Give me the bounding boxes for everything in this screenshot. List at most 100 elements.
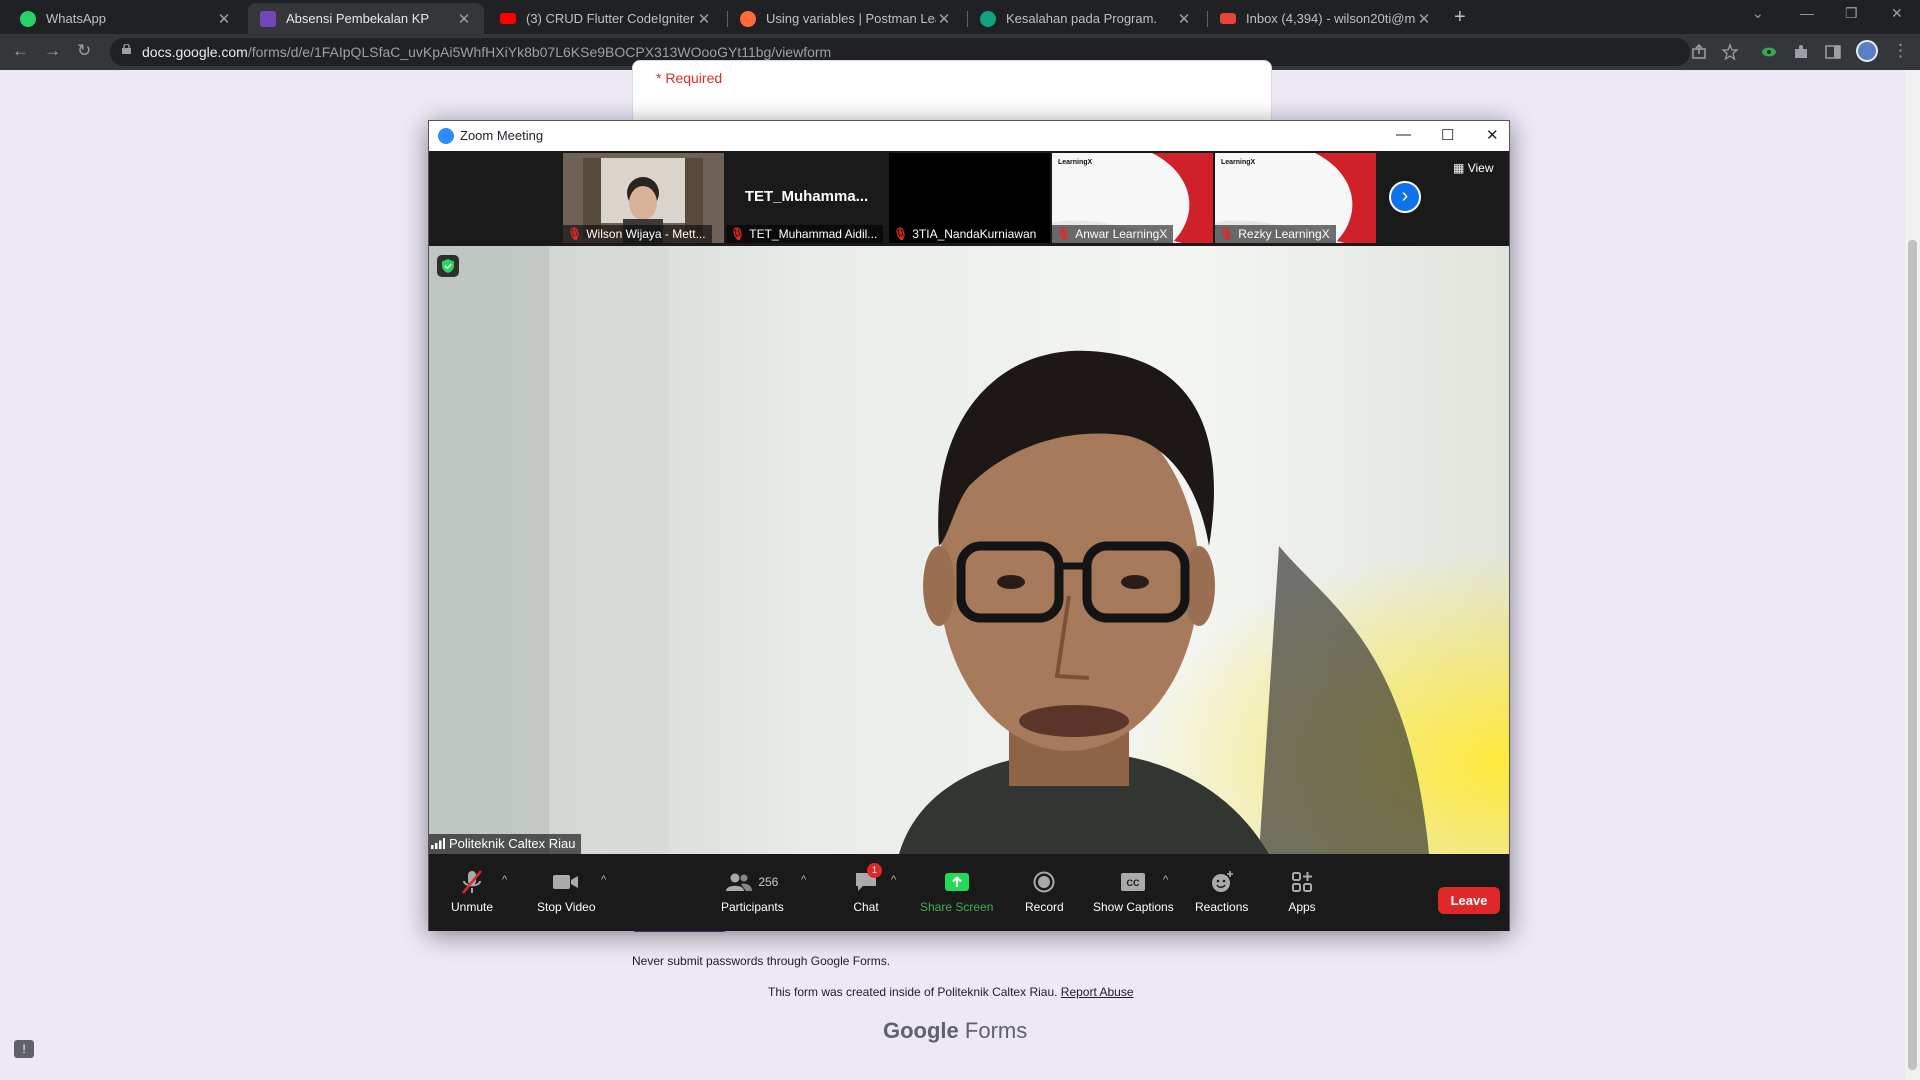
zoom-close-icon[interactable]: ✕ (1486, 126, 1499, 144)
tab-search-icon[interactable]: ⌄ (1752, 5, 1764, 22)
created-inside-text: This form was created inside of Politekn… (768, 985, 1058, 999)
bookmark-star-icon[interactable] (1721, 43, 1739, 61)
video-options-caret-icon[interactable]: ^ (601, 874, 606, 886)
postman-icon (740, 10, 756, 27)
scrollbar-thumb[interactable] (1908, 240, 1917, 1070)
participant-thumbnail[interactable]: 🎙 Wilson Wijaya - Mett... (563, 153, 724, 243)
zoom-window-title: Zoom Meeting (460, 128, 544, 143)
page-scrollbar[interactable] (1905, 70, 1920, 1080)
close-icon[interactable]: ✕ (456, 10, 472, 28)
google-forms-logo[interactable]: Google Forms (883, 1018, 1027, 1044)
participants-options-caret-icon[interactable]: ^ (801, 874, 806, 886)
tab-whatsapp[interactable]: WhatsApp ✕ (8, 3, 244, 34)
zoom-minimize-icon[interactable]: — (1396, 126, 1411, 143)
record-label: Record (1025, 900, 1064, 914)
grid-icon: ▦ (1453, 161, 1465, 175)
record-button[interactable]: Record (1025, 868, 1064, 914)
participant-thumbnail[interactable]: TET_Muhamma... 🎙 TET_Muhammad Aidil... (726, 153, 887, 243)
url-text: docs.google.com/forms/d/e/1FAIpQLSfaC_uv… (142, 44, 831, 60)
closed-captions-icon: CC (1121, 873, 1146, 891)
tab-title: (3) CRUD Flutter CodeIgniter | M (526, 11, 696, 26)
close-icon[interactable]: ✕ (216, 10, 232, 28)
extension-eye-icon[interactable] (1760, 43, 1778, 61)
leave-button[interactable]: Leave (1438, 887, 1500, 914)
share-icon[interactable] (1690, 43, 1708, 61)
zoom-maximize-icon[interactable]: ☐ (1441, 126, 1454, 144)
learningx-brand: LearningX (1221, 159, 1256, 166)
logo-google: Google (883, 1018, 959, 1043)
report-abuse-link[interactable]: Report Abuse (1061, 985, 1134, 999)
lock-icon (122, 44, 131, 54)
new-tab-button[interactable]: + (1454, 6, 1466, 29)
tab-youtube[interactable]: (3) CRUD Flutter CodeIgniter | M ✕ (488, 3, 724, 34)
reactions-smiley-icon (1211, 871, 1233, 892)
reactions-label: Reactions (1195, 900, 1249, 914)
active-speaker-video[interactable]: Politeknik Caltex Riau (429, 246, 1509, 854)
stop-video-button[interactable]: Stop Video (537, 868, 596, 914)
speaker-name-text: Politeknik Caltex Riau (449, 836, 576, 851)
close-icon[interactable]: ✕ (1416, 10, 1432, 28)
apps-button[interactable]: Apps (1285, 868, 1319, 914)
participant-thumbnail[interactable]: LearningX 🎙 Rezky LearningX (1215, 153, 1376, 243)
view-label: View (1467, 161, 1494, 175)
participant-thumbnail[interactable]: LearningX 🎙 Anwar LearningX (1052, 153, 1213, 243)
participant-name-text: 3TIA_NandaKurniawan (912, 227, 1037, 241)
chat-button[interactable]: 1 Chat (849, 863, 883, 914)
close-icon[interactable]: ✕ (696, 10, 712, 28)
zoom-titlebar[interactable]: Zoom Meeting — ☐ ✕ (429, 121, 1509, 151)
restore-icon[interactable]: ❐ (1845, 5, 1858, 22)
side-panel-icon[interactable] (1824, 43, 1842, 61)
participant-name-text: Rezky LearningX (1238, 227, 1330, 241)
participant-thumbnail[interactable]: 🎙 3TIA_NandaKurniawan (889, 153, 1050, 243)
feedback-icon[interactable]: ! (14, 1040, 34, 1058)
speaker-video-image (429, 246, 1509, 854)
participants-icon (726, 873, 753, 891)
chat-options-caret-icon[interactable]: ^ (891, 874, 896, 886)
never-submit-note: Never submit passwords through Google Fo… (632, 954, 891, 968)
google-forms-icon (260, 10, 276, 27)
svg-text:CC: CC (1127, 878, 1140, 888)
forward-icon[interactable]: → (44, 41, 61, 61)
back-icon[interactable]: ← (12, 41, 29, 61)
profile-avatar[interactable] (1856, 40, 1878, 62)
next-page-arrow-icon[interactable]: › (1389, 181, 1421, 213)
gmail-icon (1220, 13, 1236, 24)
close-icon[interactable]: ✕ (936, 10, 952, 28)
participants-label: Participants (721, 900, 784, 914)
close-window-icon[interactable]: ✕ (1891, 5, 1903, 22)
participants-button[interactable]: 256 Participants (721, 868, 784, 914)
minimize-icon[interactable]: — (1800, 5, 1814, 21)
view-button[interactable]: ▦ View (1453, 161, 1493, 175)
tab-postman[interactable]: Using variables | Postman Learnin ✕ (728, 3, 964, 34)
video-camera-icon (553, 875, 579, 889)
browser-tab-strip: WhatsApp ✕ Absensi Pembekalan KP ✕ (3) C… (0, 0, 1920, 34)
zoom-meeting-window: Zoom Meeting — ☐ ✕ 🎙 Wilson Wijaya - Mett… (428, 120, 1510, 931)
tab-title: Inbox (4,394) - wilson20ti@maha (1246, 11, 1416, 26)
participants-count: 256 (758, 875, 779, 889)
menu-kebab-icon[interactable]: ⋮ (1892, 41, 1909, 61)
encryption-shield-icon[interactable] (437, 255, 459, 277)
tab-chatgpt[interactable]: Kesalahan pada Program. ✕ (968, 3, 1204, 34)
participant-name: 🎙 Rezky LearningX (1215, 225, 1336, 243)
whatsapp-icon (20, 10, 36, 27)
participant-name: 🎙 3TIA_NandaKurniawan (889, 225, 1043, 243)
share-screen-label: Share Screen (920, 900, 994, 914)
tab-title: Absensi Pembekalan KP (286, 11, 430, 26)
tab-absensi[interactable]: Absensi Pembekalan KP ✕ (248, 3, 484, 34)
tab-gmail[interactable]: Inbox (4,394) - wilson20ti@maha ✕ (1208, 3, 1444, 34)
muted-mic-icon: 🎙 (567, 227, 583, 241)
show-captions-button[interactable]: CC Show Captions (1093, 868, 1174, 914)
close-icon[interactable]: ✕ (1176, 10, 1192, 28)
share-screen-button[interactable]: Share Screen (920, 868, 993, 914)
participant-gallery-strip: 🎙 Wilson Wijaya - Mett... TET_Muhamma... … (429, 151, 1509, 246)
captions-options-caret-icon[interactable]: ^ (1163, 874, 1168, 886)
participant-name-text: TET_Muhammad Aidil... (749, 227, 878, 241)
logo-forms: Forms (964, 1018, 1028, 1043)
reload-icon[interactable]: ↻ (77, 41, 91, 61)
unmute-label: Unmute (451, 900, 494, 914)
unmute-button[interactable]: Unmute (451, 868, 493, 914)
chat-label: Chat (853, 900, 879, 914)
extensions-puzzle-icon[interactable] (1792, 43, 1810, 61)
audio-options-caret-icon[interactable]: ^ (502, 874, 507, 886)
reactions-button[interactable]: Reactions (1195, 868, 1248, 914)
